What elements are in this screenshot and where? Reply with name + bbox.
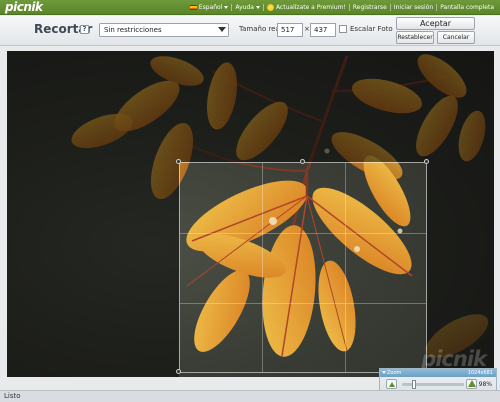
cancel-button[interactable]: Cancelar [437,31,475,44]
premium-label: Actualízate a Premium! [275,4,346,11]
fullscreen-link[interactable]: Pantalla completa [437,0,497,15]
help-icon[interactable]: ? [80,25,89,34]
crop-handle-top-right[interactable] [424,159,429,164]
help-menu[interactable]: Ayuda [232,0,263,15]
aspect-ratio-value: Sin restricciones [104,26,162,34]
crop-handle-bottom-left[interactable] [176,369,181,374]
zoom-out-button[interactable] [386,379,397,389]
register-link[interactable]: Registrarse [350,0,390,15]
crop-grid-line [180,303,426,304]
size-label: Tamaño real [239,25,282,33]
crop-grid-line [345,163,346,372]
zoom-panel: Zoom 1024x681 98% [379,368,497,392]
premium-sun-icon [266,4,274,11]
collapse-icon [382,371,386,374]
language-label: Español [198,4,223,11]
top-nav: Español Ayuda Actualízate a Premium! Reg… [187,0,497,15]
image-dimensions: 1024x681 [467,370,493,376]
times-symbol: × [304,25,310,33]
scale-photo-label: Escalar Foto [350,25,393,33]
width-input[interactable]: 517 [277,23,303,37]
zoom-in-button[interactable] [466,379,477,389]
spain-flag-icon [189,5,197,10]
crop-mask [7,162,179,377]
crop-grid-line [180,233,426,234]
accept-button[interactable]: Aceptar [396,17,475,30]
photo[interactable]: picnik [7,51,494,377]
crop-mask [427,162,494,377]
zoom-slider-thumb[interactable] [412,380,416,389]
status-text: Listo [4,392,21,400]
aspect-ratio-select[interactable]: Sin restricciones [99,23,229,37]
scale-photo-checkbox[interactable] [339,25,347,33]
large-mountain-icon [468,380,476,387]
canvas-area: picnik [0,47,500,390]
help-label: Ayuda [235,4,254,11]
status-bar: Listo [0,390,500,402]
app-logo[interactable]: picnik [5,0,43,15]
zoom-percent: 98% [478,381,492,388]
crop-handle-top[interactable] [300,159,305,164]
chevron-down-icon [218,27,226,32]
login-link[interactable]: Iniciar sesión [391,0,436,15]
crop-grid-line [262,163,263,372]
crop-mask [7,51,494,162]
crop-box[interactable] [179,162,427,373]
zoom-title: Zoom [387,370,402,376]
chevron-down-icon [255,6,260,9]
premium-link[interactable]: Actualízate a Premium! [264,0,349,15]
height-input[interactable]: 437 [310,23,336,37]
zoom-header[interactable]: Zoom 1024x681 [380,369,496,377]
crop-handle-top-left[interactable] [176,159,181,164]
reset-button[interactable]: Restablecer [396,31,434,44]
language-menu[interactable]: Español [187,0,232,15]
small-mountain-icon [389,382,395,387]
crop-toolbar: Recortar ? Sin restricciones Tamaño real… [0,16,500,46]
chevron-down-icon [224,6,229,9]
top-bar: picnik Español Ayuda Actualízate a Premi… [0,0,500,15]
